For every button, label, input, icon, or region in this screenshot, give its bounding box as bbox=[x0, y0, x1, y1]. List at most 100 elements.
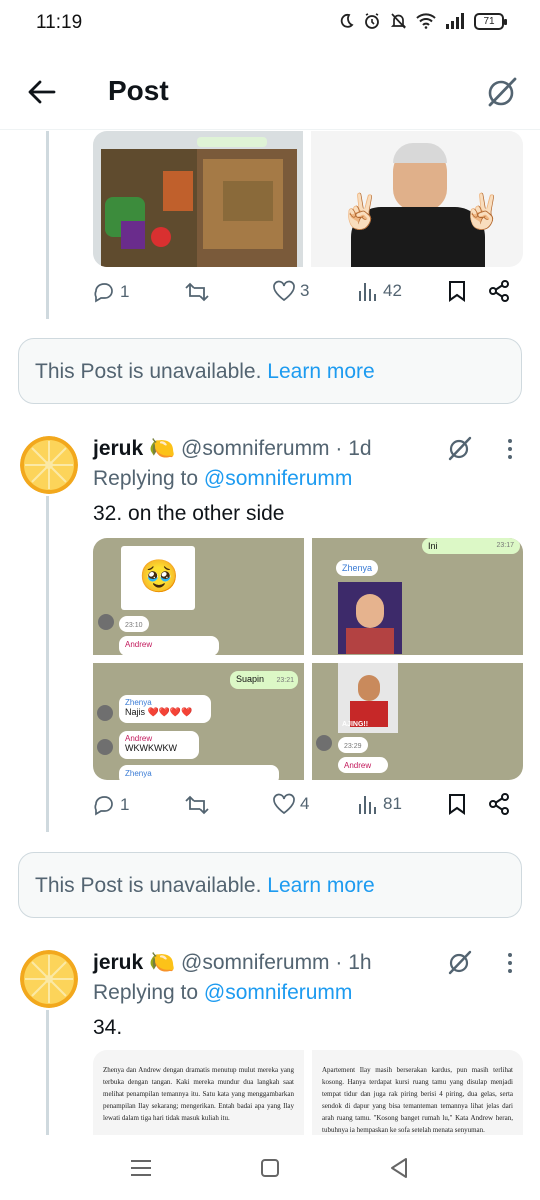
reply-button[interactable]: 1 bbox=[92, 280, 129, 304]
reply-count: 1 bbox=[120, 795, 130, 814]
smiling-emoji: 🥹 bbox=[139, 558, 179, 594]
post-actions: 1 3 42 bbox=[92, 280, 512, 310]
chat-bubble: Andrew bbox=[338, 757, 388, 773]
document-page[interactable]: Zhenya dan Andrew dengan dramatis menutu… bbox=[93, 1050, 304, 1135]
document-page[interactable]: Apartement Ilay masih berserakan kardus,… bbox=[312, 1050, 523, 1135]
meme-image bbox=[338, 582, 402, 654]
back-arrow-icon[interactable] bbox=[26, 76, 58, 108]
replying-to: Replying to @somniferumm bbox=[93, 467, 352, 491]
signal-icon bbox=[446, 13, 464, 29]
bookmark-button[interactable] bbox=[448, 280, 466, 302]
post-actions: 1 4 81 bbox=[92, 793, 512, 823]
avatar[interactable] bbox=[20, 950, 78, 1008]
share-button[interactable] bbox=[488, 793, 510, 815]
reply-button[interactable]: 1 bbox=[92, 793, 129, 817]
post-time: 1h bbox=[348, 951, 372, 974]
status-icons: 71 bbox=[338, 12, 507, 30]
alarm-icon bbox=[365, 13, 379, 29]
views-button[interactable]: 81 bbox=[357, 793, 402, 815]
page-title: Post bbox=[108, 75, 169, 106]
tweet-text: 32. on the other side bbox=[93, 502, 285, 525]
replying-label: Replying to bbox=[93, 467, 199, 490]
repost-button[interactable] bbox=[184, 793, 210, 817]
mute-bell-icon bbox=[390, 13, 407, 29]
back-triangle-icon[interactable] bbox=[386, 1155, 412, 1181]
dot-separator: · bbox=[335, 951, 343, 974]
status-time: 11:19 bbox=[36, 12, 83, 33]
user-handle[interactable]: @somniferumm bbox=[181, 951, 330, 974]
learn-more-link[interactable]: Learn more bbox=[267, 360, 374, 383]
recents-menu-icon[interactable] bbox=[128, 1155, 154, 1181]
bookmark-icon bbox=[449, 794, 465, 815]
replying-mention[interactable]: @somniferumm bbox=[204, 467, 353, 490]
chat-screenshot[interactable]: Ini 23:17 Zhenya bbox=[312, 538, 523, 655]
learn-more-link[interactable]: Learn more bbox=[267, 874, 374, 897]
like-count: 4 bbox=[300, 794, 310, 813]
like-button[interactable]: 4 bbox=[272, 793, 309, 815]
name-emoji: 🍋 bbox=[149, 951, 176, 974]
user-handle[interactable]: @somniferumm bbox=[181, 437, 330, 460]
name-emoji: 🍋 bbox=[149, 437, 176, 460]
reply-icon bbox=[94, 283, 113, 303]
reply-icon bbox=[94, 796, 113, 816]
heart-icon bbox=[273, 280, 295, 302]
post-media[interactable]: 🥹 23:10 Andrew Ini 23:17 Zhenya Suapin 23:… bbox=[93, 538, 523, 780]
lemon-avatar-image bbox=[20, 950, 78, 1008]
avatar[interactable] bbox=[20, 436, 78, 494]
replying-mention[interactable]: @somniferumm bbox=[204, 981, 353, 1004]
replying-label: Replying to bbox=[93, 981, 199, 1004]
thread-line bbox=[46, 496, 49, 832]
system-nav-bar bbox=[0, 1135, 540, 1200]
chat-bubble: Andrew WKWKWKW bbox=[119, 731, 199, 759]
views-count: 81 bbox=[383, 794, 402, 813]
chat-bubble: Zhenya bbox=[119, 765, 279, 780]
share-icon bbox=[489, 280, 509, 302]
chat-bubble: Suapin 23:21 bbox=[230, 671, 298, 689]
replying-to: Replying to @somniferumm bbox=[93, 981, 352, 1005]
more-options-icon[interactable] bbox=[503, 437, 517, 461]
post-media[interactable]: Zhenya dan Andrew dengan dramatis menutu… bbox=[93, 1050, 523, 1135]
chat-screenshot[interactable]: Suapin 23:21 Zhenya Najis ❤️❤️❤️❤️ Andrew… bbox=[93, 663, 304, 780]
chat-bubble: Andrew bbox=[119, 636, 219, 655]
unavailable-notice: This Post is unavailable. Learn more bbox=[18, 338, 522, 404]
bookmark-button[interactable] bbox=[448, 793, 466, 815]
share-icon bbox=[489, 793, 509, 815]
chat-time: 23:29 bbox=[338, 737, 368, 753]
grok-icon[interactable] bbox=[446, 434, 474, 462]
meme-image: AJING!! bbox=[338, 663, 398, 733]
bookmark-icon bbox=[449, 281, 465, 302]
chat-bubble: Ini 23:17 bbox=[422, 538, 520, 554]
media-image-person[interactable]: ✌🏻 ✌🏻 bbox=[311, 131, 523, 267]
reply-count: 1 bbox=[120, 282, 130, 301]
app-header: Post bbox=[0, 56, 540, 130]
share-button[interactable] bbox=[488, 280, 510, 302]
views-button[interactable]: 42 bbox=[357, 280, 402, 302]
display-name[interactable]: jeruk bbox=[93, 951, 143, 974]
document-text: Zhenya dan Andrew dengan dramatis menutu… bbox=[103, 1066, 294, 1122]
document-text: Apartement Ilay masih berserakan kardus,… bbox=[322, 1066, 513, 1134]
like-count: 3 bbox=[300, 281, 310, 300]
tweet-text: 34. bbox=[93, 1016, 123, 1039]
views-icon bbox=[359, 796, 376, 814]
chat-screenshot[interactable]: AJING!! 23:29 Andrew bbox=[312, 663, 523, 780]
grok-icon[interactable] bbox=[446, 948, 474, 976]
grok-icon[interactable] bbox=[484, 74, 520, 110]
like-button[interactable]: 3 bbox=[272, 280, 309, 302]
views-count: 42 bbox=[383, 281, 402, 300]
home-square-icon[interactable] bbox=[257, 1155, 283, 1181]
post-media[interactable]: ✌🏻 ✌🏻 bbox=[93, 131, 523, 267]
thread-line bbox=[46, 1010, 49, 1135]
repost-icon bbox=[185, 795, 209, 815]
display-name[interactable]: jeruk bbox=[93, 437, 143, 460]
repost-button[interactable] bbox=[184, 280, 210, 304]
media-image-groceries[interactable] bbox=[93, 131, 303, 267]
post-time: 1d bbox=[348, 437, 372, 460]
more-options-icon[interactable] bbox=[503, 951, 517, 975]
lemon-avatar-image bbox=[20, 436, 78, 494]
wifi-icon bbox=[416, 13, 436, 29]
repost-icon bbox=[185, 282, 209, 302]
status-bar: 11:19 71 bbox=[0, 0, 540, 46]
chat-bubble: Zhenya bbox=[336, 560, 379, 576]
chat-screenshot[interactable]: 🥹 23:10 Andrew bbox=[93, 538, 304, 655]
unavailable-text: This Post is unavailable. bbox=[35, 874, 262, 897]
